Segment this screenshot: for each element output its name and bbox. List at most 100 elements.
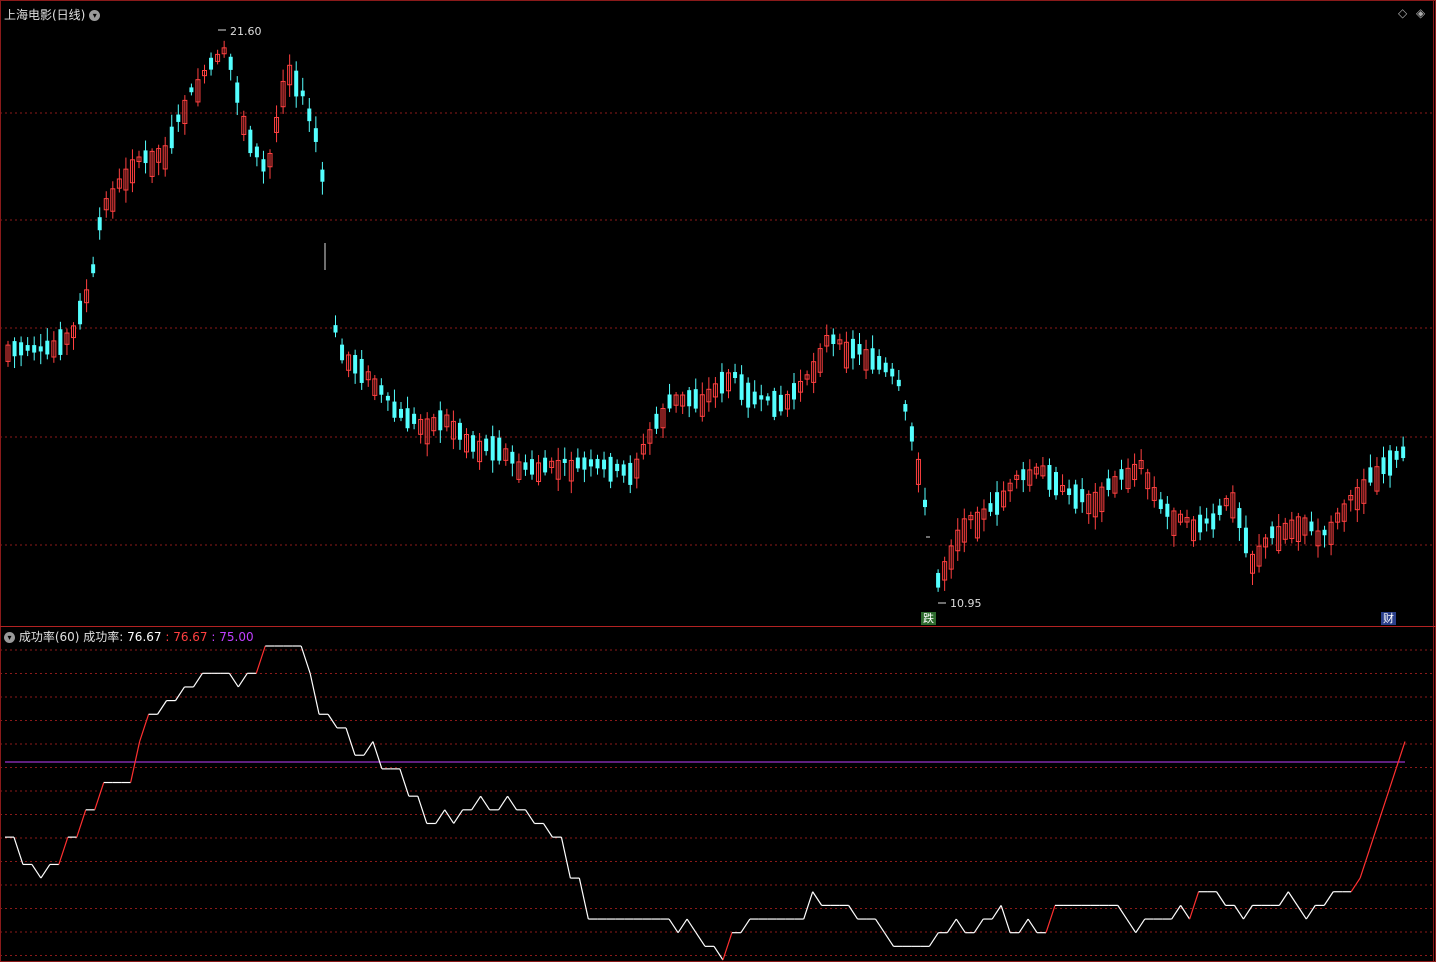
indicator-segment <box>677 918 688 934</box>
candle-body <box>687 390 692 407</box>
indicator-segment <box>542 823 553 838</box>
indicator-segment <box>1216 891 1227 906</box>
candle-body <box>752 391 757 405</box>
chevron-down-icon[interactable]: ▾ <box>89 10 101 21</box>
candle-body <box>877 356 882 370</box>
indicator-segment <box>578 877 589 920</box>
chevron-down-icon[interactable]: ▾ <box>4 632 15 643</box>
candle-body <box>379 385 384 395</box>
candle-body <box>91 264 96 274</box>
candle-body <box>733 372 738 379</box>
candle-body <box>353 355 358 374</box>
indicator-segment <box>192 672 203 688</box>
indicator-segment <box>740 918 751 934</box>
indicator-segment <box>946 918 957 934</box>
candle-body <box>778 394 783 412</box>
indicator-segment <box>1018 918 1029 934</box>
indicator-segment <box>139 714 150 742</box>
candle-body <box>45 340 50 355</box>
indicator-segment <box>1323 891 1334 906</box>
candle-body <box>228 56 233 70</box>
candle-body <box>936 572 941 588</box>
finance-badge[interactable]: 财 <box>1381 612 1396 625</box>
indicator-segment <box>399 768 410 797</box>
candle-body <box>746 382 751 408</box>
chart-title: 上海电影(日线) <box>4 8 86 22</box>
candle-body <box>176 114 181 122</box>
indicator-segment <box>1287 891 1298 906</box>
candle-body <box>457 422 462 440</box>
indicator-segment <box>525 809 535 824</box>
candle-body <box>38 346 43 352</box>
candle-body <box>562 458 567 463</box>
candle-body <box>1165 503 1170 517</box>
indicator-segment <box>1296 905 1307 920</box>
indicator-segment <box>13 836 24 865</box>
diamond-icon[interactable]: ◇ <box>1398 6 1407 20</box>
candle-body <box>909 426 914 442</box>
candle-body <box>772 390 777 417</box>
indicator-segment <box>973 918 984 934</box>
indicator-segment <box>875 918 885 934</box>
indicator-segment <box>58 836 69 865</box>
high-price-label: 21.60 <box>230 25 262 38</box>
candle-body <box>1401 446 1406 459</box>
indicator-segment <box>1189 891 1200 920</box>
candle-body <box>543 457 548 473</box>
indicator-segment <box>1126 918 1137 934</box>
candle-body <box>739 374 744 400</box>
candle-body <box>405 408 410 429</box>
candle-body <box>1047 465 1052 490</box>
indicator-segment <box>560 837 571 879</box>
candle-body <box>1237 508 1242 529</box>
candle-body <box>1158 499 1163 510</box>
candle-body <box>595 458 600 469</box>
expand-icon[interactable]: ◈ <box>1416 6 1425 20</box>
drop-badge[interactable]: 跌 <box>921 612 936 625</box>
candle-body <box>588 459 593 467</box>
candle-body <box>385 395 390 401</box>
candle-body <box>78 300 83 325</box>
candle-body <box>759 395 764 400</box>
candle-body <box>497 437 502 461</box>
indicator-segment <box>94 782 105 811</box>
indicator-segment <box>928 932 939 947</box>
indicator-segment <box>228 672 239 688</box>
candle-body <box>471 435 476 452</box>
indicator-title-bar: ▾ 成功率(60) 成功率: 76.67 : 76.67 : 75.00 <box>4 628 254 645</box>
chart-canvas: 21.60 10.95 <box>0 25 1432 961</box>
candle-body <box>831 334 836 345</box>
candle-body <box>412 413 417 424</box>
indicator-label: 成功率: <box>83 630 124 644</box>
candle-body <box>1073 484 1078 509</box>
indicator-segment <box>175 686 185 701</box>
indicator-value: 76.67 <box>127 630 162 644</box>
indicator-segment <box>1135 918 1146 934</box>
candle-body <box>19 342 24 356</box>
candle-body <box>890 368 895 377</box>
candle-body <box>359 358 364 383</box>
candle-body <box>719 371 724 394</box>
grid-lines <box>0 112 1432 956</box>
candle-body <box>1211 513 1216 530</box>
indicator-segment <box>309 673 320 715</box>
candle-body <box>143 150 148 164</box>
candle-body <box>399 408 403 418</box>
indicator-segment <box>955 918 966 934</box>
indicator-segment <box>471 795 482 811</box>
candle-body <box>693 389 698 409</box>
indicator-segment <box>713 946 724 961</box>
indicator-segment <box>1117 905 1128 920</box>
candle-body <box>1204 518 1209 524</box>
indicator-segment <box>1045 905 1056 933</box>
indicator-segment <box>686 918 697 934</box>
candle-body <box>621 464 626 476</box>
candle-body <box>169 126 174 149</box>
indicator-segment <box>31 864 42 879</box>
candle-body <box>392 401 397 418</box>
indicator-segment <box>848 905 859 920</box>
price-candles <box>5 40 1406 592</box>
candle-body <box>1388 450 1393 476</box>
candle-body <box>97 217 102 231</box>
candle-body <box>510 451 515 464</box>
